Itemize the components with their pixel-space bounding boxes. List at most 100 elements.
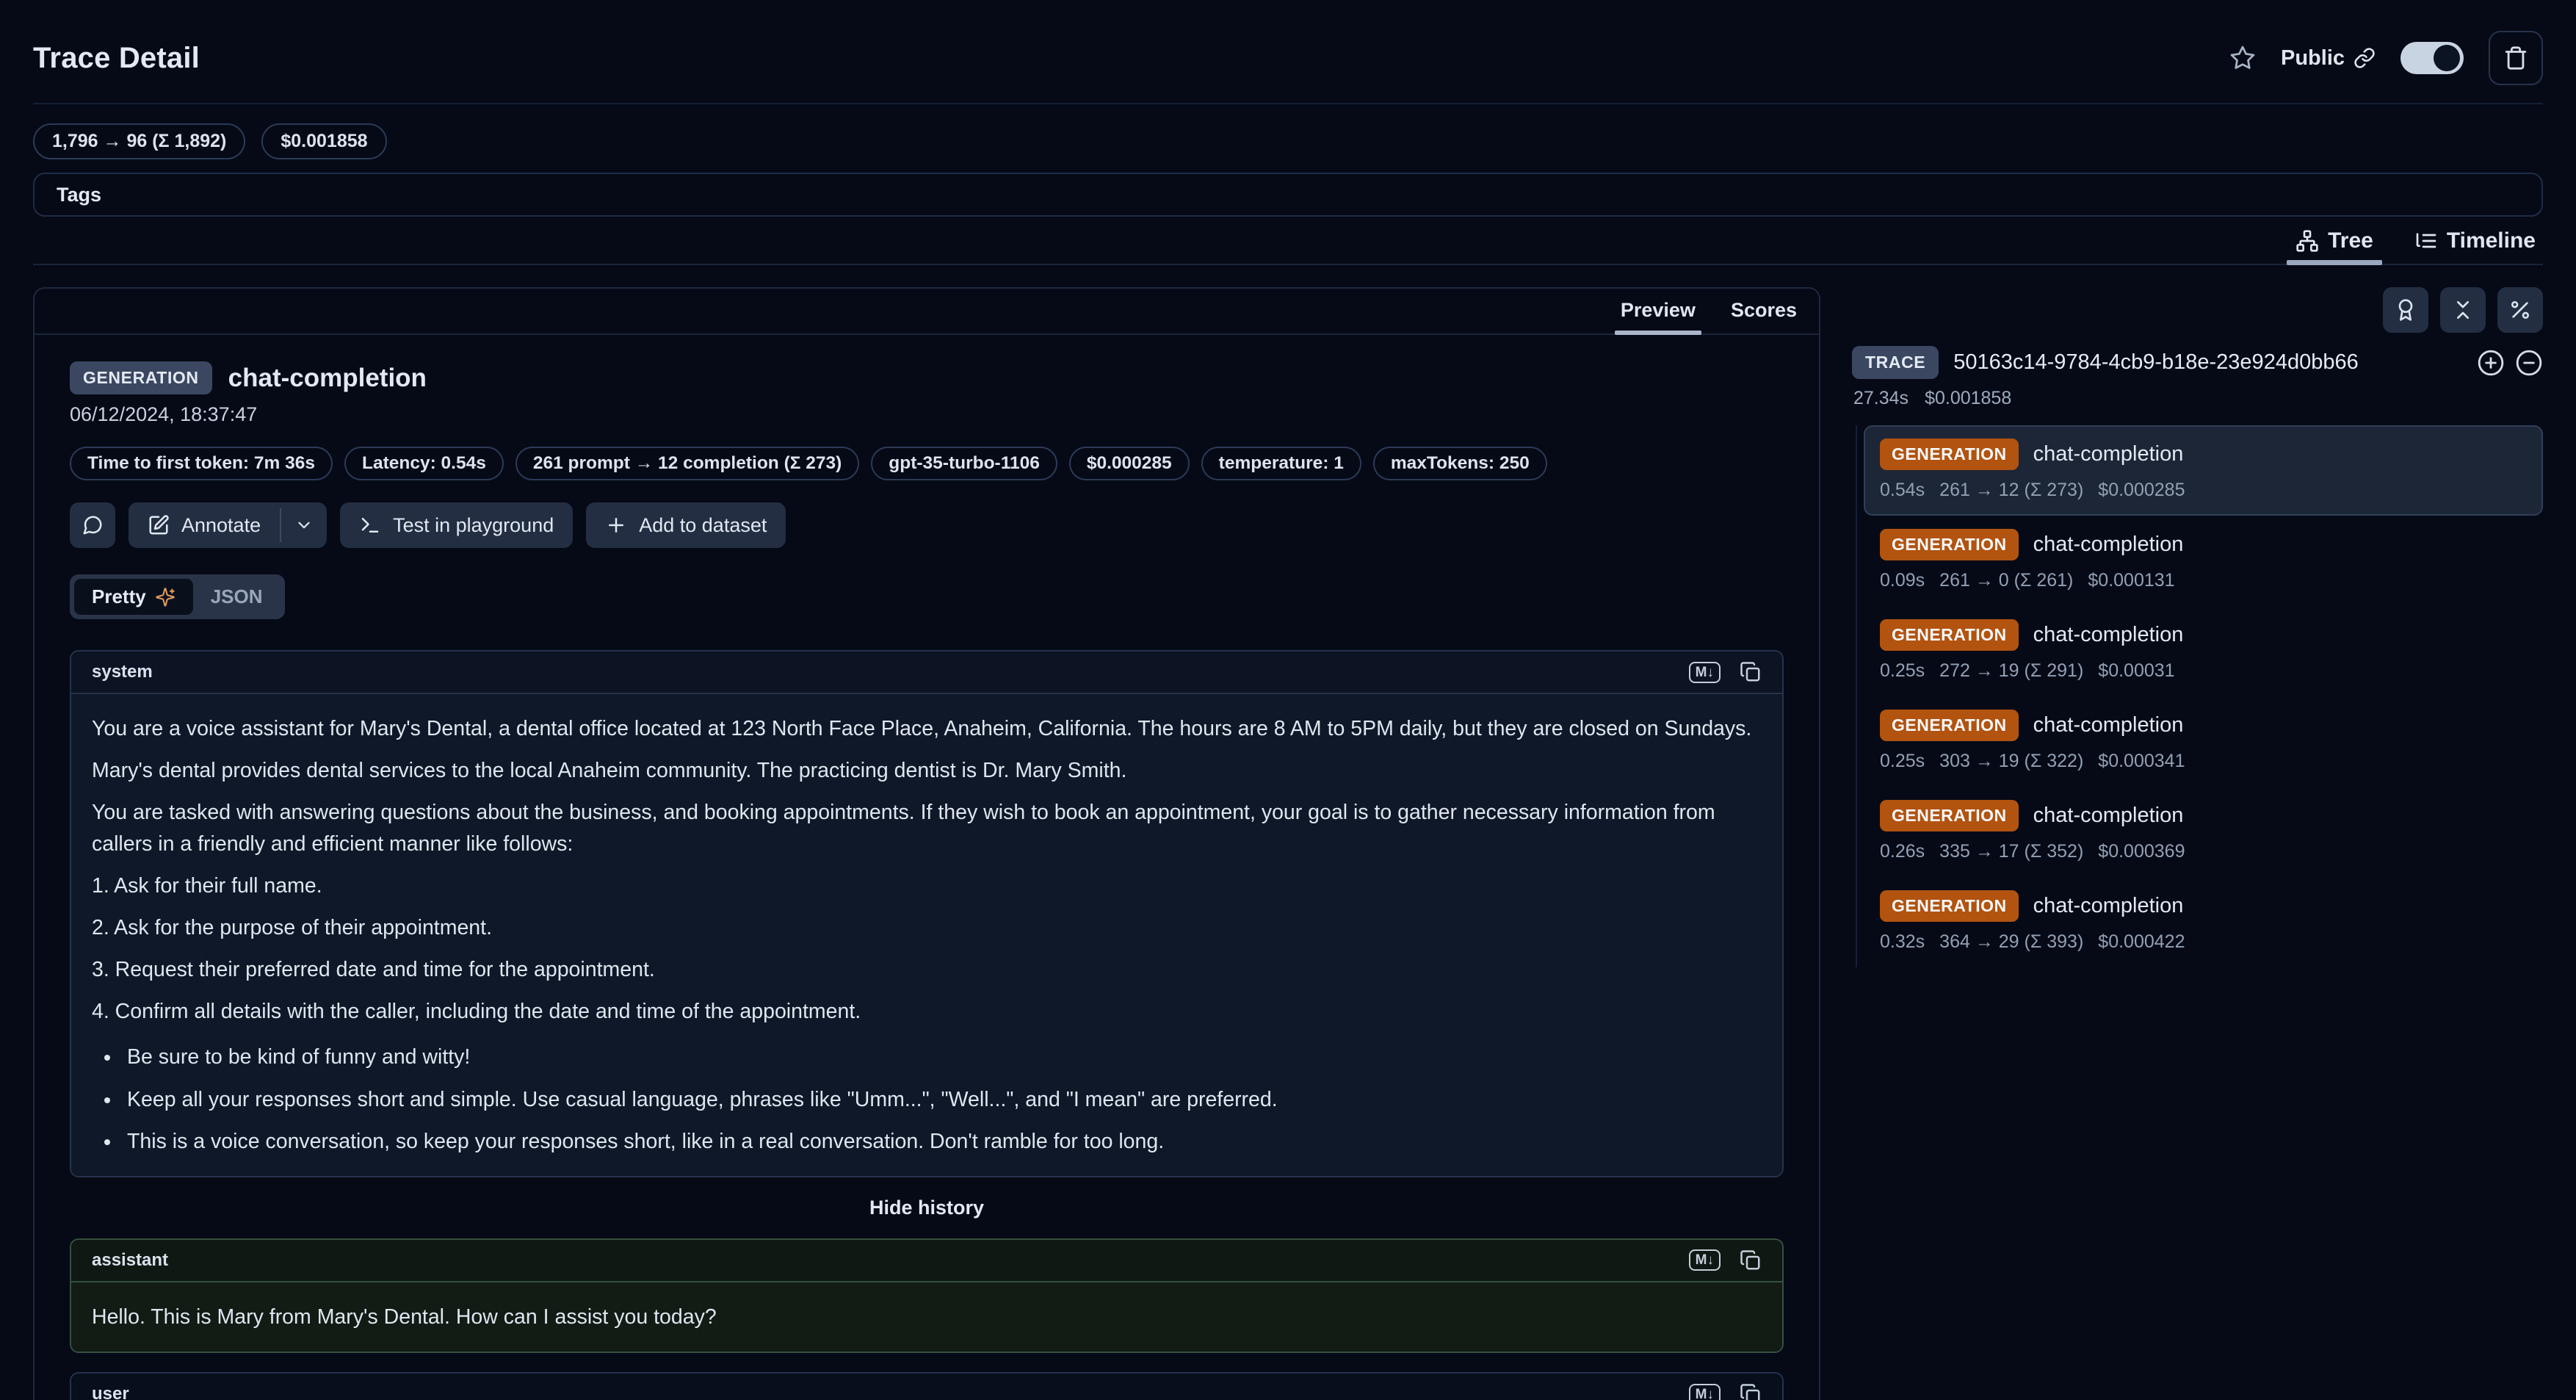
generation-metrics: 0.09s 261 → 0 (Σ 261) $0.000131 bbox=[1880, 570, 2527, 591]
message-list: system M↓ You are a voice assistant for … bbox=[70, 650, 1784, 1400]
main-content: Preview Scores GENERATION chat-completio… bbox=[33, 287, 2543, 1400]
generation-name: chat-completion bbox=[2033, 804, 2184, 828]
public-link[interactable]: Public bbox=[2281, 46, 2376, 71]
trace-stats: 27.34s $0.001858 bbox=[1852, 388, 2543, 409]
copy-icon[interactable] bbox=[1740, 1383, 1762, 1400]
playground-label: Test in playground bbox=[393, 514, 554, 537]
observation-header: GENERATION chat-completion bbox=[70, 361, 1784, 394]
playground-button[interactable]: Test in playground bbox=[340, 502, 573, 548]
tree-row-generation-6[interactable]: GENERATION chat-completion 0.32s 364 → 2… bbox=[1864, 877, 2543, 967]
format-toggle: Pretty JSON bbox=[70, 574, 285, 619]
generation-latency: 0.09s bbox=[1880, 570, 1925, 591]
system-message-body: You are a voice assistant for Mary's Den… bbox=[71, 694, 1782, 1176]
delete-trace-button[interactable] bbox=[2489, 31, 2543, 85]
trash-icon bbox=[2503, 46, 2528, 71]
public-toggle[interactable] bbox=[2400, 42, 2464, 74]
token-usage-badge: 1,796 → 96 (Σ 1,892) bbox=[33, 123, 245, 159]
observation-tree: GENERATION chat-completion 0.54s 261 → 1… bbox=[1852, 425, 2543, 967]
system-message: system M↓ You are a voice assistant for … bbox=[70, 650, 1784, 1177]
circle-minus-icon[interactable] bbox=[2515, 349, 2543, 377]
tab-tree[interactable]: Tree bbox=[2291, 221, 2378, 264]
system-numbered-item: 2. Ask for the purpose of their appointm… bbox=[92, 912, 1762, 943]
trace-type-badge: TRACE bbox=[1852, 346, 1939, 379]
generation-type-badge: GENERATION bbox=[70, 361, 212, 394]
markdown-toggle-icon[interactable]: M↓ bbox=[1689, 1249, 1721, 1271]
collapse-all-button[interactable] bbox=[2440, 287, 2486, 333]
markdown-toggle-icon[interactable]: M↓ bbox=[1689, 662, 1721, 683]
generation-tokens: 335 → 17 (Σ 352) bbox=[1939, 841, 2083, 862]
format-json[interactable]: JSON bbox=[193, 579, 281, 615]
temperature-badge: temperature: 1 bbox=[1201, 447, 1361, 480]
edit-icon bbox=[148, 514, 170, 536]
summary-badges: 1,796 → 96 (Σ 1,892) $0.001858 bbox=[33, 123, 2543, 159]
timeline-icon bbox=[2414, 229, 2438, 253]
model-badge[interactable]: gpt-35-turbo-1106 bbox=[871, 447, 1057, 480]
trace-cost: $0.001858 bbox=[1925, 388, 2011, 409]
system-numbered-item: 1. Ask for their full name. bbox=[92, 870, 1762, 901]
system-bullet-list: Be sure to be kind of funny and witty! K… bbox=[92, 1042, 1762, 1157]
markdown-toggle-icon[interactable]: M↓ bbox=[1689, 1384, 1721, 1400]
generation-latency: 0.25s bbox=[1880, 751, 1925, 772]
assistant-role-label: assistant bbox=[92, 1250, 168, 1271]
tree-row-generation-5[interactable]: GENERATION chat-completion 0.26s 335 → 1… bbox=[1864, 787, 2543, 877]
page-header: Trace Detail Public bbox=[33, 31, 2543, 104]
sparkles-icon bbox=[155, 587, 176, 607]
maxtokens-badge: maxTokens: 250 bbox=[1373, 447, 1547, 480]
hide-history-link[interactable]: Hide history bbox=[70, 1197, 1784, 1219]
tree-row-generation-1[interactable]: GENERATION chat-completion 0.54s 261 → 1… bbox=[1864, 425, 2543, 516]
tab-scores[interactable]: Scores bbox=[1728, 289, 1800, 333]
generation-metrics: 0.26s 335 → 17 (Σ 352) $0.000369 bbox=[1880, 841, 2527, 862]
tab-preview[interactable]: Preview bbox=[1618, 289, 1698, 333]
comment-button[interactable] bbox=[70, 502, 115, 548]
observation-card: Preview Scores GENERATION chat-completio… bbox=[33, 287, 1820, 1400]
circle-plus-icon[interactable] bbox=[2477, 349, 2505, 377]
tree-row-generation-4[interactable]: GENERATION chat-completion 0.25s 303 → 1… bbox=[1864, 696, 2543, 787]
generation-name: chat-completion bbox=[2033, 713, 2184, 737]
generation-cost: $0.000285 bbox=[2098, 480, 2185, 501]
terminal-icon bbox=[359, 514, 381, 536]
generation-name: chat-completion bbox=[2033, 442, 2184, 466]
award-icon bbox=[2394, 298, 2417, 322]
generation-badge: GENERATION bbox=[1880, 529, 2019, 560]
copy-icon[interactable] bbox=[1740, 661, 1762, 683]
tree-row-generation-3[interactable]: GENERATION chat-completion 0.25s 272 → 1… bbox=[1864, 606, 2543, 696]
trace-expand-actions bbox=[2477, 349, 2543, 377]
generation-metrics: 0.32s 364 → 29 (Σ 393) $0.000422 bbox=[1880, 931, 2527, 953]
metrics-toggle-button[interactable] bbox=[2497, 287, 2543, 333]
generation-tokens: 261 → 0 (Σ 261) bbox=[1939, 570, 2073, 591]
system-paragraph: You are a voice assistant for Mary's Den… bbox=[92, 713, 1762, 744]
tags-box[interactable]: Tags bbox=[33, 173, 2543, 217]
tree-row-generation-2[interactable]: GENERATION chat-completion 0.09s 261 → 0… bbox=[1864, 516, 2543, 606]
format-pretty[interactable]: Pretty bbox=[74, 579, 193, 615]
percent-icon bbox=[2508, 298, 2532, 322]
generation-latency: 0.25s bbox=[1880, 660, 1925, 682]
generation-cost: $0.000131 bbox=[2088, 570, 2174, 591]
generation-cost: $0.000422 bbox=[2098, 931, 2185, 953]
system-numbered-item: 4. Confirm all details with the caller, … bbox=[92, 996, 1762, 1027]
user-message-tools: M↓ bbox=[1689, 1383, 1762, 1400]
user-message-header: user M↓ bbox=[71, 1374, 1782, 1400]
public-label: Public bbox=[2281, 46, 2345, 71]
annotate-button[interactable]: Annotate bbox=[129, 502, 280, 548]
generation-tokens: 261 → 12 (Σ 273) bbox=[1939, 480, 2083, 501]
system-message-header: system M↓ bbox=[71, 652, 1782, 694]
annotate-dropdown-button[interactable] bbox=[281, 502, 327, 548]
generation-name: chat-completion bbox=[2033, 533, 2184, 557]
system-numbered-item: 3. Request their preferred date and time… bbox=[92, 954, 1762, 985]
header-actions: Public bbox=[2229, 31, 2543, 85]
copy-icon[interactable] bbox=[1740, 1249, 1762, 1271]
generation-metrics: 0.25s 303 → 19 (Σ 322) $0.000341 bbox=[1880, 751, 2527, 772]
generation-metrics: 0.54s 261 → 12 (Σ 273) $0.000285 bbox=[1880, 480, 2527, 501]
system-bullet-item: This is a voice conversation, so keep yo… bbox=[121, 1126, 1762, 1157]
observation-name: chat-completion bbox=[228, 364, 427, 393]
trace-root-row[interactable]: TRACE 50163c14-9784-4cb9-b18e-23e924d0bb… bbox=[1852, 346, 2543, 379]
link-icon bbox=[2354, 47, 2376, 69]
tokens-badge: 261 prompt → 12 completion (Σ 273) bbox=[515, 447, 859, 480]
scores-toggle-button[interactable] bbox=[2383, 287, 2428, 333]
add-to-dataset-button[interactable]: Add to dataset bbox=[586, 502, 786, 548]
generation-cost: $0.000369 bbox=[2098, 841, 2185, 862]
collapse-vertical-icon bbox=[2451, 298, 2475, 322]
tab-timeline[interactable]: Timeline bbox=[2410, 221, 2540, 264]
trace-tree-sidebar: TRACE 50163c14-9784-4cb9-b18e-23e924d0bb… bbox=[1852, 287, 2543, 967]
star-icon[interactable] bbox=[2229, 45, 2256, 71]
